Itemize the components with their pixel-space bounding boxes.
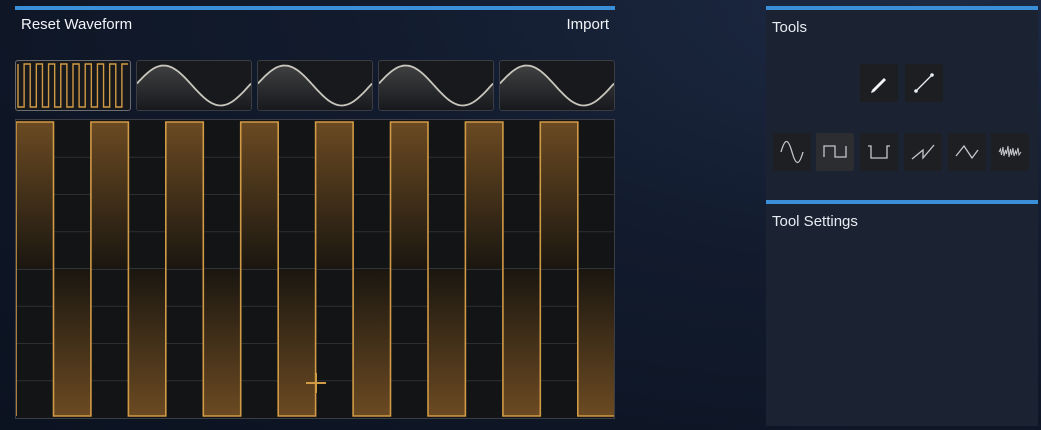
thumbnail-sine-4[interactable] bbox=[499, 60, 615, 111]
triangle-shape-button[interactable] bbox=[948, 133, 986, 171]
panel-accent-bar bbox=[15, 6, 615, 10]
thumbnail-sine-1[interactable] bbox=[136, 60, 252, 111]
tool-settings-accent-bar bbox=[766, 200, 1038, 204]
line-tool-button[interactable] bbox=[905, 64, 943, 102]
thumbnail-sine-2[interactable] bbox=[257, 60, 373, 111]
wave-fill-high bbox=[315, 122, 354, 269]
wave-fill-low bbox=[53, 269, 91, 416]
line-icon bbox=[914, 73, 934, 93]
wave-fill-high bbox=[465, 122, 503, 269]
wave-fill-high bbox=[165, 122, 204, 269]
sine-shape-icon bbox=[780, 140, 804, 164]
tool-settings-title: Tool Settings bbox=[772, 213, 858, 230]
sine-shape-button[interactable] bbox=[773, 133, 811, 171]
wave-fill-low bbox=[278, 269, 316, 416]
saw-shape-icon bbox=[911, 144, 935, 160]
pulse-shape-button[interactable] bbox=[860, 133, 898, 171]
wave-fill-low bbox=[203, 269, 241, 416]
wave-fill-high bbox=[90, 122, 129, 269]
wave-fill-low bbox=[428, 269, 466, 416]
import-button[interactable]: Import bbox=[566, 16, 609, 33]
saw-shape-button[interactable] bbox=[904, 133, 942, 171]
thumbnail-square[interactable] bbox=[15, 60, 131, 111]
waveform-thumbnails bbox=[15, 60, 615, 111]
square-shape-button[interactable] bbox=[816, 133, 854, 171]
pulse-shape-icon bbox=[868, 145, 890, 159]
triangle-shape-icon bbox=[955, 144, 979, 160]
wave-fill-low bbox=[577, 269, 614, 416]
waveform-editor[interactable] bbox=[15, 119, 615, 419]
thumbnail-wave bbox=[17, 63, 128, 108]
tools-panel: Tools Tool Settings bbox=[766, 6, 1038, 426]
wave-fill-high bbox=[16, 122, 54, 269]
waveform-panel: Reset Waveform Import bbox=[15, 6, 615, 420]
noise-shape-icon bbox=[998, 145, 1022, 158]
wave-fill-low bbox=[353, 269, 391, 416]
wave-fill-low bbox=[502, 269, 541, 416]
square-shape-icon bbox=[823, 145, 847, 158]
pencil-tool-button[interactable] bbox=[860, 64, 898, 102]
wave-fill-high bbox=[240, 122, 279, 269]
thumbnail-sine-3[interactable] bbox=[378, 60, 494, 111]
tools-accent-bar bbox=[766, 6, 1038, 10]
pencil-icon bbox=[871, 78, 886, 93]
reset-waveform-button[interactable]: Reset Waveform bbox=[21, 16, 132, 33]
wave-fill-high bbox=[540, 122, 578, 269]
wave-fill-low bbox=[128, 269, 166, 416]
tools-title: Tools bbox=[772, 19, 808, 36]
wave-fill-high bbox=[390, 122, 428, 269]
noise-shape-button[interactable] bbox=[991, 133, 1029, 171]
